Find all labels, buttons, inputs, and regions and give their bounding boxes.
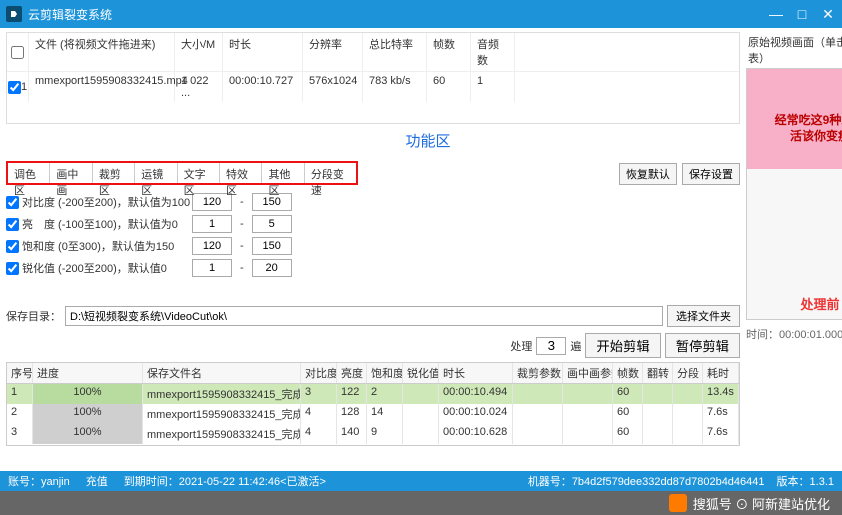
process-count-input[interactable] — [536, 337, 566, 355]
param-check-2[interactable] — [6, 240, 19, 253]
tab-3[interactable]: 运镜区 — [135, 163, 177, 183]
minimize-button[interactable]: — — [768, 6, 784, 22]
tab-2[interactable]: 裁剪区 — [93, 163, 135, 183]
col-audio: 音频数 — [471, 33, 515, 71]
col-file: 文件 (将视频文件拖进来) — [29, 33, 175, 71]
tab-7[interactable]: 分段变速 — [305, 163, 356, 183]
param-check-1[interactable] — [6, 218, 19, 231]
caption-before: 处理前 — [747, 294, 842, 313]
param-label: 饱和度 (0至300)，默认值为150 — [22, 238, 192, 254]
preview-time-1: 时间：00:00:01.000 — [746, 326, 842, 342]
window-buttons: — □ ✕ — [768, 6, 836, 22]
status-bar: 账号：yanjin 充值 到期时间：2021-05-22 11:42:46<已激… — [0, 471, 842, 491]
recharge-link[interactable]: 充值 — [86, 473, 108, 489]
close-button[interactable]: ✕ — [820, 6, 836, 22]
col-duration: 时长 — [223, 33, 303, 71]
expire-time: 2021-05-22 11:42:46<已激活> — [179, 476, 326, 488]
task-grid: 序号 进度 保存文件名 对比度 亮度 饱和度 锐化值 时长 裁剪参数 画中画参数… — [6, 362, 740, 446]
select-all-checkbox[interactable] — [11, 46, 24, 59]
account-name: yanjin — [41, 476, 70, 488]
preview-text: 经常吃这9种水果 活该你变瘦 — [747, 113, 842, 144]
file-row[interactable]: 1 mmexport1595908332415.mp4 1 022 ... 00… — [7, 72, 739, 102]
file-grid-header: 文件 (将视频文件拖进来) 大小/M 时长 分辨率 总比特率 帧数 音频数 — [7, 33, 739, 72]
preview-original[interactable]: 经常吃这9种水果 活该你变瘦 处理前 — [746, 68, 842, 320]
param-max-1[interactable] — [252, 215, 292, 233]
restore-defaults-button[interactable]: 恢复默认 — [619, 163, 677, 185]
task-row[interactable]: 2100%mmexport1595908332415_完成_2.r1324128… — [7, 404, 739, 424]
titlebar: 云剪辑裂变系统 — □ ✕ — [0, 0, 842, 28]
col-size: 大小/M — [175, 33, 223, 71]
param-max-2[interactable] — [252, 237, 292, 255]
param-label: 锐化值 (-200至200)，默认值0 — [22, 260, 192, 276]
col-fps: 帧数 — [427, 33, 471, 71]
watermark-icon — [669, 494, 687, 512]
tab-6[interactable]: 其他区 — [262, 163, 304, 183]
tab-5[interactable]: 特效区 — [220, 163, 262, 183]
process-unit: 遍 — [570, 338, 581, 354]
machine-id: 7b4d2f579dee332dd87d7802b4d46441 — [572, 476, 765, 488]
pause-button[interactable]: 暂停剪辑 — [665, 333, 740, 358]
tab-4[interactable]: 文字区 — [178, 163, 220, 183]
function-tabs: 调色区画中画裁剪区运镜区文字区特效区其他区分段变速 — [6, 161, 358, 185]
preview-original-header: 原始视频画面（单击原视频列表） — [746, 32, 842, 68]
save-dir-label: 保存目录： — [6, 308, 61, 324]
param-check-3[interactable] — [6, 262, 19, 275]
file-grid: 文件 (将视频文件拖进来) 大小/M 时长 分辨率 总比特率 帧数 音频数 1 … — [6, 32, 740, 124]
task-row[interactable]: 3100%mmexport1595908332415_完成_3.r1274140… — [7, 424, 739, 444]
function-area-label: 功能区 — [116, 130, 740, 151]
process-label: 处理 — [510, 338, 532, 354]
param-min-3[interactable] — [192, 259, 232, 277]
row-checkbox[interactable] — [8, 81, 21, 94]
col-bitrate: 总比特率 — [363, 33, 427, 71]
param-min-1[interactable] — [192, 215, 232, 233]
task-grid-header: 序号 进度 保存文件名 对比度 亮度 饱和度 锐化值 时长 裁剪参数 画中画参数… — [7, 363, 739, 384]
tab-1[interactable]: 画中画 — [50, 163, 92, 183]
version: 1.3.1 — [810, 476, 834, 488]
task-row[interactable]: 1100%mmexport1595908332415_完成_1.r1223122… — [7, 384, 739, 404]
save-dir-input[interactable] — [65, 306, 663, 326]
maximize-button[interactable]: □ — [794, 6, 810, 22]
app-title: 云剪辑裂变系统 — [28, 6, 768, 23]
app-icon — [6, 6, 22, 22]
start-button[interactable]: 开始剪辑 — [585, 333, 660, 358]
param-label: 亮 度 (-100至100)，默认值为0 — [22, 216, 192, 232]
browse-folder-button[interactable]: 选择文件夹 — [667, 305, 740, 327]
save-settings-button[interactable]: 保存设置 — [682, 163, 740, 185]
watermark: 搜狐号 ⊙ 阿新建站优化 — [0, 491, 842, 515]
tab-0[interactable]: 调色区 — [8, 163, 50, 183]
col-resolution: 分辨率 — [303, 33, 363, 71]
param-max-3[interactable] — [252, 259, 292, 277]
params-panel: 对比度 (-200至200)，默认值为100-亮 度 (-100至100)，默认… — [6, 191, 740, 279]
param-min-2[interactable] — [192, 237, 232, 255]
